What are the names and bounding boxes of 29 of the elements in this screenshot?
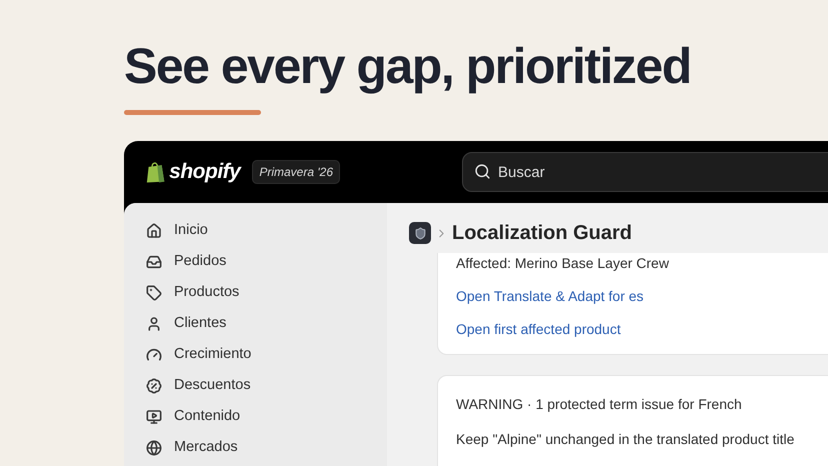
edition-badge: Primavera '26 [252,160,340,184]
sidebar-item[interactable]: Contenido [146,406,387,427]
sidebar-item[interactable]: Pedidos [146,251,387,272]
search-icon [474,163,491,180]
shopping-bag-logo-icon [146,160,166,184]
headline: See every gap, prioritized [124,37,691,96]
brand-name: shopify [169,159,240,186]
card-link[interactable]: Open Translate & Adapt for es [456,286,828,307]
sidebar-item[interactable]: Mercados [146,437,387,458]
globe-icon [146,440,162,456]
discount-badge-icon [146,378,162,394]
card-text: WARNING · 1 protected term issue for French [456,395,743,414]
sidebar-item[interactable]: Clientes [146,313,387,334]
app-icon [409,222,431,244]
tag-icon [146,284,162,300]
card-text: Affected: Merino Base Layer Crew [456,254,670,273]
monitor-icon [146,408,162,424]
home-icon [146,222,162,238]
gauge-icon [146,346,162,362]
card-link[interactable]: Open first affected product [456,319,828,340]
sidebar-item[interactable]: Crecimiento [146,344,387,365]
sidebar-item[interactable]: Descuentos [146,375,387,396]
page-title: Localization Guard [452,221,632,246]
sidebar-item[interactable]: Inicio [146,220,387,241]
inbox-icon [146,254,162,270]
sidebar-item[interactable]: Productos [146,282,387,303]
search-field[interactable]: Buscar [462,152,828,192]
card-text: Keep "Alpine" unchanged in the translated product title [456,430,796,449]
person-icon [146,316,162,332]
